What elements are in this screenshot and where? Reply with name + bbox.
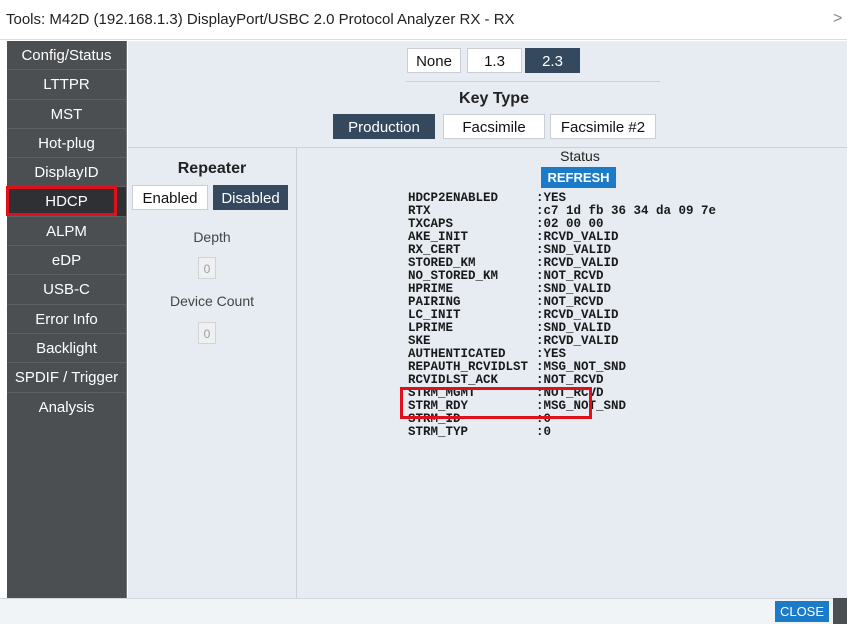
repeater-enabled-button[interactable]: Enabled bbox=[132, 185, 208, 210]
sidebar-item-hot-plug[interactable]: Hot-plug bbox=[7, 129, 126, 159]
device-count-field: 0 bbox=[198, 322, 216, 344]
key-type-title: Key Type bbox=[459, 90, 529, 107]
refresh-button[interactable]: REFRESH bbox=[541, 167, 616, 188]
sidebar-item-alpm[interactable]: ALPM bbox=[7, 217, 126, 247]
sidebar-item-edp[interactable]: eDP bbox=[7, 246, 126, 276]
footer-bar bbox=[0, 598, 847, 624]
depth-field: 0 bbox=[198, 257, 216, 279]
device-count-label: Device Count bbox=[169, 293, 255, 309]
sidebar-item-usb-c[interactable]: USB-C bbox=[7, 275, 126, 305]
sidebar-item-analysis[interactable]: Analysis bbox=[7, 393, 126, 422]
key-type-facsimile-2-button[interactable]: Facsimile #2 bbox=[550, 114, 656, 139]
key-type-production-button[interactable]: Production bbox=[333, 114, 435, 139]
version-1-3-button[interactable]: 1.3 bbox=[467, 48, 522, 73]
sidebar-item-error-info[interactable]: Error Info bbox=[7, 305, 126, 334]
status-title: Status bbox=[560, 148, 600, 164]
version-2-3-button[interactable]: 2.3 bbox=[525, 48, 580, 73]
main-panel: None 1.3 2.3 Key Type Production Facsimi… bbox=[128, 41, 847, 598]
repeater-title: Repeater bbox=[177, 160, 247, 177]
version-none-button[interactable]: None bbox=[407, 48, 461, 73]
sidebar-item-backlight[interactable]: Backlight bbox=[7, 334, 126, 364]
hdcp-status-table: HDCP2ENABLED:YES RTX:c7 1d fb 36 34 da 0… bbox=[408, 192, 716, 439]
sidebar-item-hdcp[interactable]: HDCP bbox=[7, 187, 126, 217]
status-row: STRM_TYP:0 bbox=[408, 425, 552, 439]
repeater-disabled-button[interactable]: Disabled bbox=[213, 185, 288, 210]
sidebar-item-lttpr[interactable]: LTTPR bbox=[7, 70, 126, 100]
section-divider bbox=[128, 147, 847, 148]
window-title-bar: Tools: M42D (192.168.1.3) DisplayPort/US… bbox=[0, 0, 847, 40]
chevron-right-icon[interactable]: > bbox=[833, 10, 847, 28]
sidebar-item-mst[interactable]: MST bbox=[7, 100, 126, 129]
sidebar-item-displayid[interactable]: DisplayID bbox=[7, 158, 126, 188]
sidebar-item-config-status[interactable]: Config/Status bbox=[7, 41, 126, 71]
close-button[interactable]: CLOSE bbox=[775, 601, 829, 622]
window-title: Tools: M42D (192.168.1.3) DisplayPort/US… bbox=[6, 11, 515, 28]
version-divider bbox=[406, 81, 660, 82]
sidebar-item-spdif-trigger[interactable]: SPDIF / Trigger bbox=[7, 363, 126, 393]
depth-label: Depth bbox=[193, 229, 231, 245]
column-divider bbox=[296, 148, 297, 598]
footer-corner bbox=[833, 598, 847, 624]
sidebar-nav: Config/Status LTTPR MST Hot-plug Display… bbox=[7, 41, 127, 598]
key-type-facsimile-button[interactable]: Facsimile bbox=[443, 114, 545, 139]
